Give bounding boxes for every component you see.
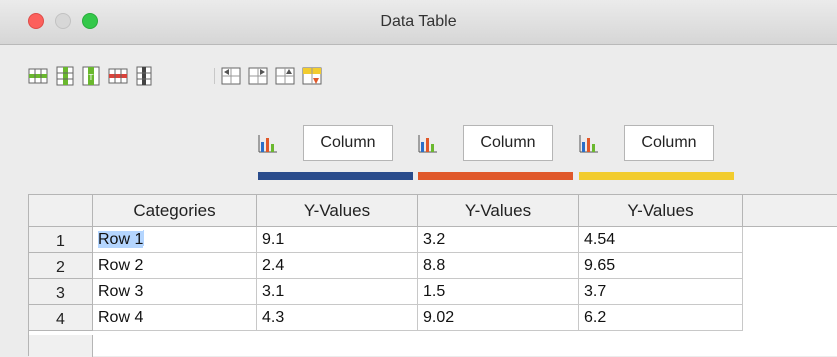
title-bar: Data Table	[0, 0, 837, 45]
column-header-y-values[interactable]: Y-Values	[257, 195, 418, 227]
table-cell[interactable]: 4.3	[257, 305, 418, 331]
move-series-left-icon[interactable]	[221, 66, 241, 86]
table-cell[interactable]: 4.54	[579, 227, 743, 253]
series-color-bar	[579, 172, 734, 180]
table-cell[interactable]: 3.1	[257, 279, 418, 305]
table-cell[interactable]: Row 4	[93, 305, 257, 331]
column-header-y-values[interactable]: Y-Values	[418, 195, 579, 227]
table-cell[interactable]: 9.1	[257, 227, 418, 253]
series-color-bar	[258, 172, 413, 180]
column-chart-icon[interactable]	[579, 133, 599, 153]
table-cell[interactable]: Row 1	[93, 227, 257, 253]
series-header-2: Column	[418, 125, 573, 185]
table-cell[interactable]: 1.5	[418, 279, 579, 305]
toolbar-separator	[214, 68, 215, 84]
cell-text: Row 1	[98, 231, 144, 248]
table-cell[interactable]: 8.8	[418, 253, 579, 279]
window-title: Data Table	[380, 13, 457, 30]
row-header[interactable]: 4	[29, 305, 93, 331]
series-header-3: Column	[579, 125, 734, 185]
column-chart-icon[interactable]	[258, 133, 278, 153]
delete-row-icon[interactable]	[108, 66, 128, 86]
text-caret	[143, 230, 145, 246]
column-header-categories[interactable]: Categories	[93, 195, 257, 227]
svg-text:T: T	[88, 73, 94, 82]
table-cell[interactable]: 9.02	[418, 305, 579, 331]
row-header[interactable]: 1	[29, 227, 93, 253]
table-cell[interactable]: 3.7	[579, 279, 743, 305]
row-header[interactable]: 2	[29, 253, 93, 279]
series-color-bar	[418, 172, 573, 180]
table-cell[interactable]: 3.2	[418, 227, 579, 253]
table-cell[interactable]: 2.4	[257, 253, 418, 279]
row-header[interactable]: 3	[29, 279, 93, 305]
corner-header	[29, 195, 93, 227]
insert-series-icon[interactable]	[55, 66, 75, 86]
series-name-field[interactable]: Column	[303, 125, 393, 161]
move-row-up-icon[interactable]	[275, 66, 295, 86]
table-cell[interactable]: Row 2	[93, 253, 257, 279]
column-header-y-values[interactable]: Y-Values	[579, 195, 743, 227]
move-row-down-icon[interactable]	[302, 66, 322, 86]
move-series-right-icon[interactable]	[248, 66, 268, 86]
empty-row-header	[29, 335, 93, 357]
table-cell[interactable]: 6.2	[579, 305, 743, 331]
series-name-field[interactable]: Column	[463, 125, 553, 161]
delete-series-icon[interactable]	[134, 66, 154, 86]
insert-text-column-icon[interactable]: T	[81, 66, 101, 86]
data-grid: Categories Y-Values Y-Values Y-Values 1 …	[28, 194, 837, 357]
table-cell[interactable]: Row 3	[93, 279, 257, 305]
column-chart-icon[interactable]	[418, 133, 438, 153]
insert-row-icon[interactable]	[28, 66, 48, 86]
empty-header	[743, 195, 837, 227]
table-cell[interactable]: 9.65	[579, 253, 743, 279]
series-name-field[interactable]: Column	[624, 125, 714, 161]
series-header-1: Column	[258, 125, 413, 185]
